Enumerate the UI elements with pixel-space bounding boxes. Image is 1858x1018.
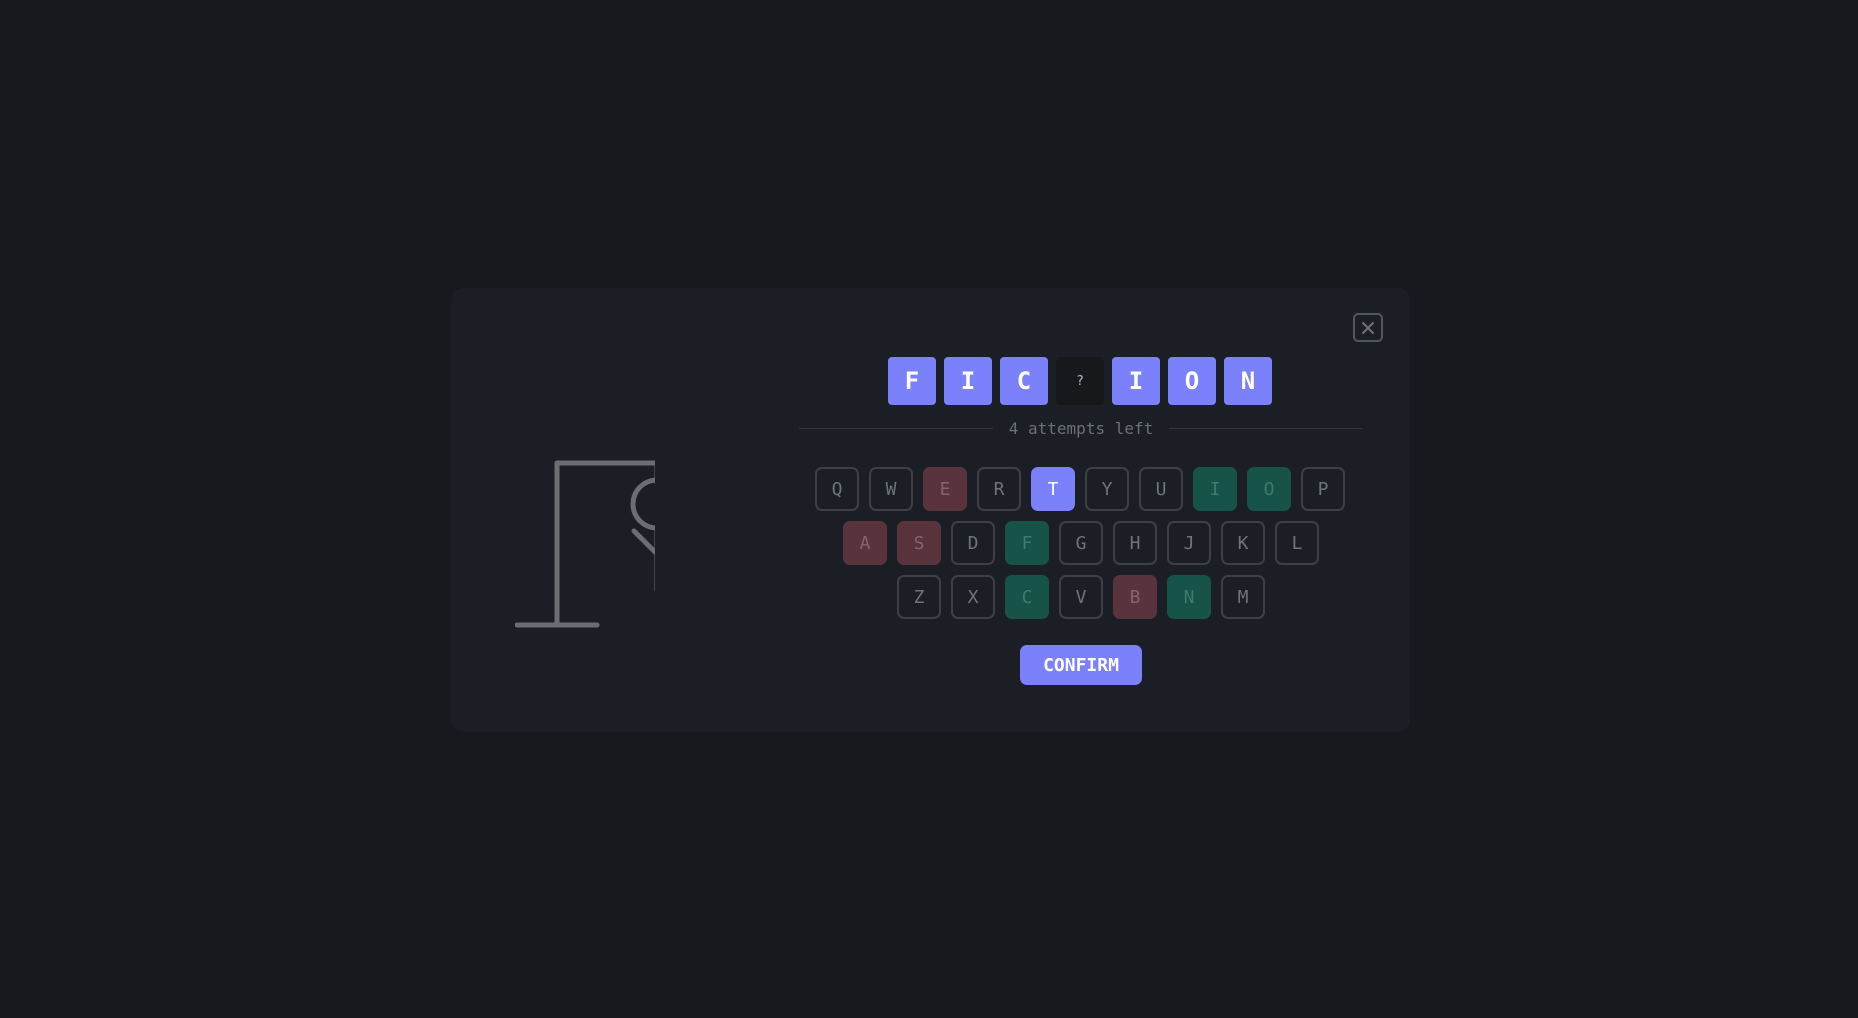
key-e[interactable]: E <box>923 467 967 511</box>
key-h[interactable]: H <box>1113 521 1157 565</box>
attempts-remaining: 4 attempts left <box>1008 418 1154 438</box>
key-m[interactable]: M <box>1221 575 1265 619</box>
key-d[interactable]: D <box>951 521 995 565</box>
confirm-button[interactable]: CONFIRM <box>1020 645 1142 685</box>
hidden-letter-tile: ? <box>1056 357 1104 405</box>
key-t[interactable]: T <box>1031 467 1075 511</box>
key-y[interactable]: Y <box>1085 467 1129 511</box>
key-w[interactable]: W <box>869 467 913 511</box>
letter-tile: C <box>1000 357 1048 405</box>
key-n[interactable]: N <box>1167 575 1211 619</box>
key-r[interactable]: R <box>977 467 1021 511</box>
hangman-head <box>630 477 655 531</box>
key-g[interactable]: G <box>1059 521 1103 565</box>
key-c[interactable]: C <box>1005 575 1049 619</box>
hangman-dialog: F I C? I O N 4 attempts left QWERTYUIOP ASDFG… <box>451 288 1410 731</box>
divider-line-left <box>799 427 993 429</box>
keyboard-row-1: QWERTYUIOP <box>815 467 1345 511</box>
key-q[interactable]: Q <box>815 467 859 511</box>
key-j[interactable]: J <box>1167 521 1211 565</box>
letter-tile: O <box>1168 357 1216 405</box>
key-s[interactable]: S <box>897 521 941 565</box>
key-u[interactable]: U <box>1139 467 1183 511</box>
close-button[interactable] <box>1353 313 1383 342</box>
hangman-left-arm <box>631 528 655 556</box>
word-display: F I C? I O N <box>888 357 1272 405</box>
key-k[interactable]: K <box>1221 521 1265 565</box>
divider-line-right <box>1169 427 1363 429</box>
key-f[interactable]: F <box>1005 521 1049 565</box>
letter-tile: N <box>1224 357 1272 405</box>
attempts-divider: 4 attempts left <box>799 418 1363 438</box>
key-a[interactable]: A <box>843 521 887 565</box>
letter-tile: F <box>888 357 936 405</box>
letter-tile: I <box>944 357 992 405</box>
key-i[interactable]: I <box>1193 467 1237 511</box>
close-icon <box>1362 321 1374 334</box>
keyboard-row-2: ASDFGHJKL <box>843 521 1319 565</box>
key-x[interactable]: X <box>951 575 995 619</box>
key-l[interactable]: L <box>1275 521 1319 565</box>
key-o[interactable]: O <box>1247 467 1291 511</box>
key-p[interactable]: P <box>1301 467 1345 511</box>
key-z[interactable]: Z <box>897 575 941 619</box>
letter-tile: I <box>1112 357 1160 405</box>
key-v[interactable]: V <box>1059 575 1103 619</box>
hangman-drawing <box>515 460 655 628</box>
keyboard-row-3: ZXCVBNM <box>897 575 1265 619</box>
key-b[interactable]: B <box>1113 575 1157 619</box>
